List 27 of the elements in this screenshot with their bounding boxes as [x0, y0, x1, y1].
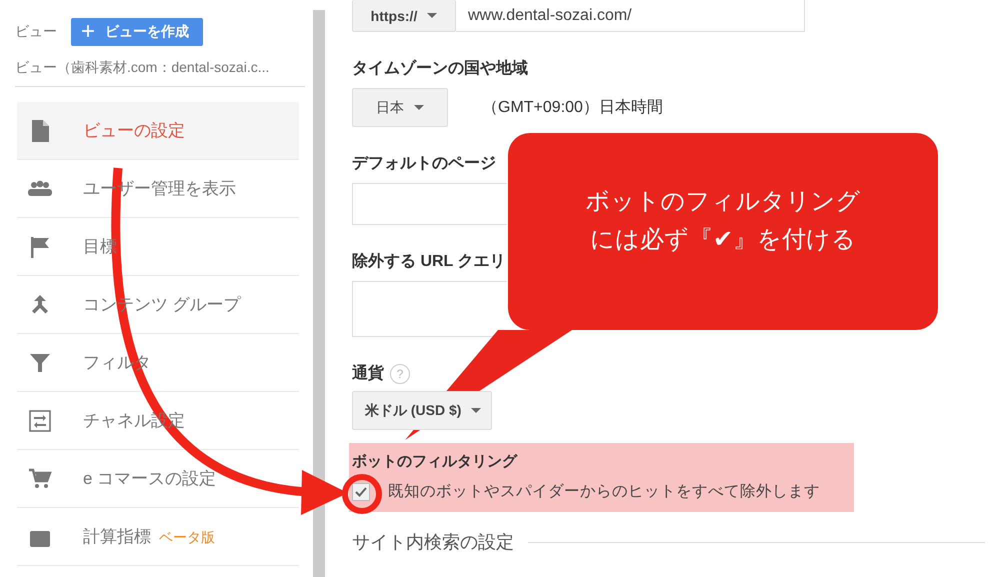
callout-text: ボットのフィルタリング には必ず『✔』を付ける	[584, 187, 862, 255]
caret-icon	[414, 105, 424, 110]
field-label: 除外する URL クエリ	[352, 252, 506, 272]
caret-icon	[427, 13, 438, 18]
circle-highlight	[341, 473, 383, 515]
checkbox[interactable]	[352, 482, 370, 500]
field-label: デフォルトのページ	[352, 154, 497, 174]
field-label: ボットのフィルタリング	[352, 452, 518, 471]
protocol-dropdown[interactable]: https://	[352, 0, 456, 32]
country-dropdown[interactable]: 日本	[352, 88, 448, 127]
create-view-button[interactable]: + ビューを作成	[71, 18, 204, 46]
section-heading: サイト内検索の設定	[352, 531, 514, 554]
timezone-text: （GMT+09:00）日本時間	[482, 98, 663, 118]
sidebar-item[interactable]: 計算指標 ベータ版	[17, 508, 299, 566]
field-label: タイムゾーンの国や地域	[352, 58, 529, 79]
sidebar-item[interactable]: e コマースの設定	[17, 450, 299, 508]
url-field[interactable]: www.dental-sozai.com/	[456, 0, 805, 32]
currency-dropdown[interactable]: 米ドル (USD $)	[352, 391, 492, 430]
default-page-field[interactable]	[352, 183, 507, 225]
checkbox-label: 既知のボットやスパイダーからのヒットをすべて除外します	[388, 482, 820, 502]
scrollbar[interactable]	[313, 10, 325, 577]
sidebar-item[interactable]: ビューの設定	[17, 102, 299, 160]
channel-icon	[27, 408, 53, 434]
view-label: ビュー	[15, 23, 57, 41]
view-name: ビュー（歯科素材.com：dental-sozai.c...	[15, 59, 305, 87]
field-label: 通貨	[352, 363, 384, 384]
caret-icon	[471, 408, 482, 413]
